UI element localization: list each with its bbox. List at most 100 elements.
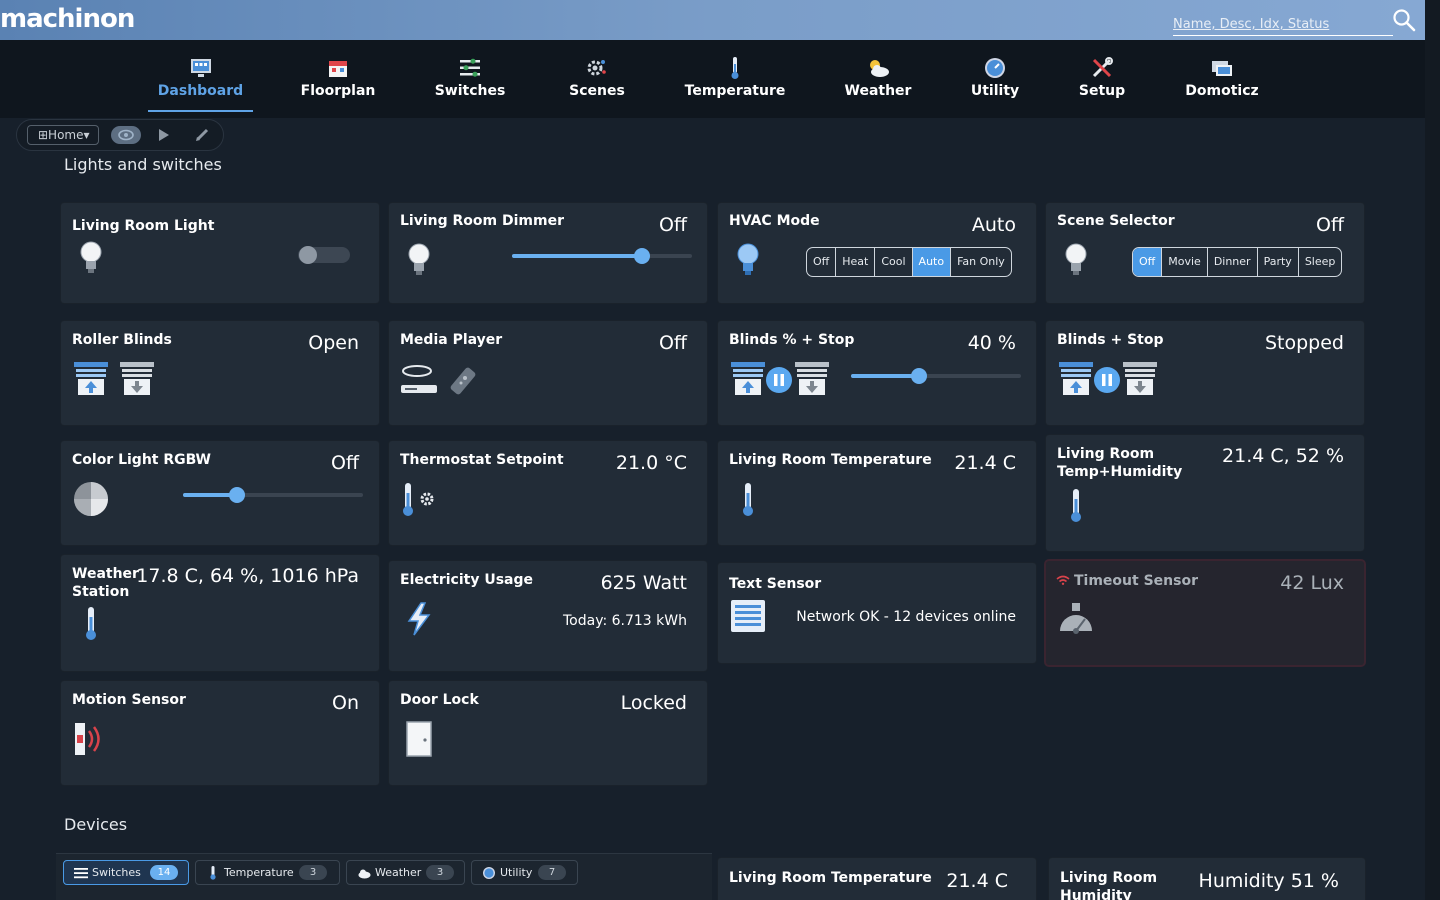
color-brightness-slider[interactable] (183, 487, 363, 503)
edit-icon[interactable] (195, 126, 211, 142)
card-thermostat-setpoint: Thermostat Setpoint 21.0 °C (389, 441, 707, 545)
tab-devices-switches[interactable]: Switches 14 (63, 860, 189, 885)
blinds-up-icon[interactable] (1058, 361, 1094, 397)
card-title: HVAC Mode (729, 213, 820, 229)
blinds-down-icon[interactable] (794, 361, 830, 397)
card-title: Text Sensor (729, 576, 822, 592)
blinds-down-icon[interactable] (119, 361, 155, 397)
text-document-icon[interactable] (730, 599, 766, 633)
hvac-option-cool[interactable]: Cool (875, 248, 913, 276)
lux-meter-icon[interactable] (1058, 601, 1094, 637)
card-blinds-stop: Blinds + Stop Stopped (1046, 321, 1364, 425)
light-toggle[interactable] (298, 246, 350, 264)
slider-knob[interactable] (911, 368, 927, 384)
tab-setup[interactable]: Setup (1072, 40, 1132, 112)
setup-icon (1092, 57, 1113, 78)
tab-floorplan[interactable]: Floorplan (295, 40, 381, 112)
scene-option-party[interactable]: Party (1258, 248, 1299, 276)
thermometer-icon[interactable] (81, 605, 101, 641)
hvac-option-heat[interactable]: Heat (836, 248, 876, 276)
card-media-player: Media Player Off (389, 321, 707, 425)
tab-label: Domoticz (1185, 83, 1259, 99)
scene-option-off[interactable]: Off (1133, 248, 1163, 276)
tab-utility[interactable]: Utility (965, 40, 1025, 112)
card-living-room-dimmer: Living Room Dimmer Off (389, 203, 707, 303)
play-icon[interactable] (157, 127, 171, 143)
card-value: 21.4 C (946, 870, 1008, 892)
card-title: Living Room Temp+Humidity (1057, 445, 1182, 481)
color-wheel-icon[interactable] (73, 481, 109, 517)
tab-label: Weather (375, 866, 422, 879)
tab-label: Utility (970, 83, 1020, 99)
slider-knob[interactable] (633, 248, 650, 264)
search-icon[interactable] (1392, 8, 1416, 32)
count-badge: 14 (150, 865, 178, 880)
tab-domoticz[interactable]: Domoticz (1180, 40, 1264, 112)
bulb-on-icon[interactable] (734, 241, 762, 279)
card-value: Off (658, 332, 687, 354)
door-icon[interactable] (405, 721, 433, 757)
tab-scenes[interactable]: Scenes (562, 40, 632, 112)
tab-devices-weather[interactable]: Weather 3 (346, 860, 465, 885)
card-title-line: Humidity (1060, 888, 1132, 900)
tab-weather[interactable]: Weather (840, 40, 916, 112)
bulb-off-icon[interactable] (1062, 241, 1090, 279)
thermometer-icon[interactable] (1066, 487, 1086, 523)
card-value: 17.8 C, 64 %, 1016 hPa (136, 565, 359, 587)
slider-knob[interactable] (229, 487, 245, 503)
blinds-up-icon[interactable] (73, 361, 109, 397)
card-title: Color Light RGBW (72, 452, 211, 468)
card-title: Weather Station (72, 565, 139, 601)
bulb-off-icon[interactable] (405, 241, 433, 279)
scene-option-dinner[interactable]: Dinner (1208, 248, 1258, 276)
media-player-icon[interactable] (399, 361, 439, 397)
thermostat-icon[interactable] (401, 481, 441, 517)
cloud-icon (358, 869, 371, 879)
devices-tab-panel: Switches 14 Temperature 3 Weather 3 Util… (56, 853, 712, 900)
scene-option-movie[interactable]: Movie (1162, 248, 1208, 276)
hvac-option-auto[interactable]: Auto (912, 248, 952, 276)
tab-dashboard[interactable]: Dashboard (148, 40, 253, 112)
view-toggle[interactable] (111, 126, 141, 144)
card-title-line: Temp+Humidity (1057, 464, 1183, 480)
tab-label: Floorplan (300, 83, 376, 99)
scene-option-sleep[interactable]: Sleep (1299, 248, 1342, 276)
tab-label: Scenes (569, 83, 625, 99)
card-living-room-temp-humidity: Living Room Temp+Humidity 21.4 C, 52 % (1046, 435, 1364, 551)
blinds-up-icon[interactable] (730, 361, 766, 397)
tab-label: Temperature (224, 866, 294, 879)
card-device-living-room-humidity: Living Room Humidity Humidity 51 % (1049, 858, 1365, 900)
room-selector-button[interactable]: ⊞Home▾ (27, 125, 99, 145)
tab-devices-utility[interactable]: Utility 7 (471, 860, 578, 885)
hvac-mode-selector: Off Heat Cool Auto Fan Only (806, 247, 1012, 277)
lightning-icon[interactable] (405, 601, 433, 637)
bulb-off-icon[interactable] (77, 239, 105, 277)
logo[interactable]: machinon (0, 4, 135, 34)
thermometer-icon[interactable] (738, 481, 758, 517)
card-title: Roller Blinds (72, 332, 172, 348)
blinds-down-icon[interactable] (1122, 361, 1158, 397)
tab-label: Setup (1078, 83, 1126, 99)
stop-icon[interactable] (1092, 365, 1122, 395)
section-title-devices: Devices (64, 815, 128, 834)
switches-icon (460, 58, 480, 77)
tab-switches[interactable]: Switches (430, 40, 510, 112)
motion-sensor-icon[interactable] (73, 721, 109, 757)
page-scrollbar[interactable] (1425, 0, 1440, 900)
tab-devices-temperature[interactable]: Temperature 3 (195, 860, 340, 885)
hvac-option-off[interactable]: Off (807, 248, 837, 276)
dimmer-slider[interactable] (512, 248, 692, 264)
card-value: On (332, 692, 359, 714)
hvac-option-fan-only[interactable]: Fan Only (951, 248, 1011, 276)
tab-temperature[interactable]: Temperature (683, 40, 787, 112)
floorplan-icon (329, 61, 347, 77)
card-door-lock: Door Lock Locked (389, 681, 707, 785)
remote-control-icon[interactable] (447, 361, 483, 397)
stop-icon[interactable] (764, 365, 794, 395)
card-living-room-light: Living Room Light (61, 203, 379, 303)
blinds-position-slider[interactable] (851, 368, 1021, 384)
card-title: Thermostat Setpoint (400, 452, 564, 468)
search-input[interactable] (1173, 14, 1393, 36)
card-living-room-temperature: Living Room Temperature 21.4 C (718, 441, 1036, 545)
domoticz-icon (1212, 61, 1232, 76)
